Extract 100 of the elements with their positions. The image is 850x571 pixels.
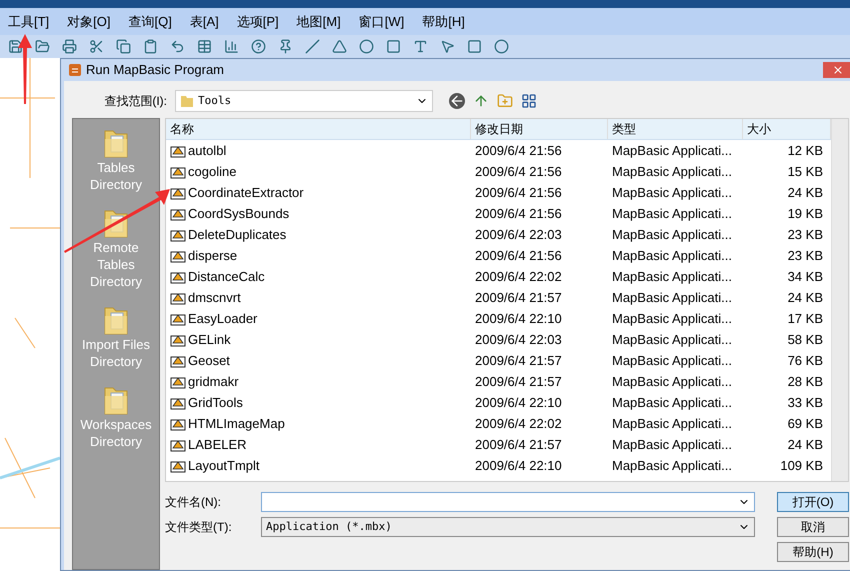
- menu-item[interactable]: 选项[P]: [236, 12, 279, 32]
- table-cell-text: MapBasic Applicati...: [611, 456, 733, 475]
- column-header[interactable]: 名称: [166, 119, 471, 139]
- file-name[interactable]: LABELER: [188, 434, 247, 454]
- close-button[interactable]: [823, 62, 850, 78]
- application-icon: [170, 416, 186, 430]
- application-icon: [170, 312, 186, 326]
- application-icon: [170, 186, 186, 200]
- table-cell-text: MapBasic Applicati...: [611, 268, 733, 286]
- file-name[interactable]: CoordinateExtractor: [188, 182, 304, 202]
- table-cell-text: 58 KB: [786, 330, 824, 349]
- table-cell-text: 2009/6/4 21:57: [474, 436, 563, 454]
- file-name-field[interactable]: [261, 492, 755, 512]
- dialog-button[interactable]: 打开(O): [777, 492, 849, 512]
- back-icon[interactable]: [449, 93, 465, 109]
- application-icon: [170, 374, 186, 388]
- table-cell-text: 24 KB: [786, 288, 824, 307]
- menu-item[interactable]: 表[A]: [190, 12, 219, 32]
- table-cell-text: MapBasic Applicati...: [611, 436, 733, 454]
- table-cell-text: MapBasic Applicati...: [611, 394, 733, 412]
- table-cell-text: MapBasic Applicati...: [611, 162, 733, 181]
- menu-item[interactable]: 地图[M]: [296, 12, 341, 32]
- table-cell-text: 2009/6/4 21:56: [474, 184, 563, 202]
- file-name[interactable]: autolbl: [188, 140, 226, 160]
- up-folder-icon[interactable]: [473, 93, 489, 109]
- table-cell-text: 76 KB: [786, 352, 824, 370]
- table-cell-text: 34 KB: [786, 268, 824, 286]
- close-icon: [832, 64, 844, 76]
- table-cell-text: 24 KB: [786, 436, 824, 454]
- table-cell-text: 28 KB: [786, 372, 824, 391]
- file-name[interactable]: LayoutTmplt: [188, 456, 260, 476]
- file-name[interactable]: dmscnvrt: [188, 288, 241, 308]
- polygon-icon[interactable]: [332, 39, 347, 54]
- menu-item[interactable]: 工具[T]: [8, 12, 50, 32]
- table-cell-text: 109 KB: [779, 456, 824, 475]
- file-name[interactable]: HTMLImageMap: [188, 414, 285, 434]
- line-icon[interactable]: [305, 39, 320, 54]
- dialog-title: Run MapBasic Program: [86, 61, 224, 80]
- menu-item[interactable]: 查询[Q]: [128, 12, 172, 32]
- menu-item[interactable]: 对象[O]: [67, 12, 111, 32]
- file-name[interactable]: DistanceCalc: [188, 266, 265, 286]
- help-icon[interactable]: [251, 39, 266, 54]
- application-icon: [170, 144, 186, 158]
- file-name[interactable]: EasyLoader: [188, 308, 258, 328]
- bar-chart-icon[interactable]: [224, 39, 239, 54]
- application-icon: [170, 332, 186, 346]
- table-cell-text: MapBasic Applicati...: [611, 352, 733, 370]
- table-cell-text: 12 KB: [786, 142, 824, 160]
- scissors-icon[interactable]: [89, 39, 104, 54]
- pointer-icon[interactable]: [440, 39, 455, 54]
- file-name[interactable]: disperse: [188, 246, 238, 266]
- view-menu-icon[interactable]: [521, 93, 537, 109]
- menu-item[interactable]: 帮助[H]: [422, 12, 465, 32]
- clipboard-icon[interactable]: [143, 39, 158, 54]
- column-header[interactable]: 修改日期: [471, 119, 608, 139]
- table-cell-text: 2009/6/4 21:56: [474, 246, 563, 265]
- table-cell-text: 23 KB: [786, 226, 824, 244]
- column-header[interactable]: 类型: [608, 119, 743, 139]
- undo-icon[interactable]: [170, 39, 185, 54]
- ellipse-icon[interactable]: [359, 39, 374, 54]
- folder-icon: [180, 94, 194, 108]
- look-in-dropdown[interactable]: Tools: [175, 90, 433, 112]
- table-cell-text: 2009/6/4 21:57: [474, 352, 563, 370]
- look-in-label: 查找范围(I):: [103, 93, 167, 110]
- dialog-button[interactable]: 取消: [777, 517, 849, 537]
- scrollbar[interactable]: [831, 119, 848, 481]
- table-cell-text: 2009/6/4 22:03: [474, 226, 563, 244]
- table-cell-text: MapBasic Applicati...: [611, 246, 733, 265]
- application-icon: [170, 458, 186, 472]
- dialog-button[interactable]: 帮助(H): [777, 542, 849, 562]
- table-cell-text: 2009/6/4 22:02: [474, 414, 563, 433]
- file-name[interactable]: DeleteDuplicates: [188, 224, 286, 244]
- menu-item[interactable]: 窗口[W]: [358, 12, 404, 32]
- file-name[interactable]: GELink: [188, 330, 231, 350]
- table-cell-text: 24 KB: [786, 184, 824, 202]
- file-name[interactable]: GridTools: [188, 392, 243, 412]
- file-name[interactable]: cogoline: [188, 162, 236, 182]
- file-name[interactable]: Geoset: [188, 350, 230, 370]
- table-icon[interactable]: [197, 39, 212, 54]
- text-icon[interactable]: [413, 39, 428, 54]
- table-cell-text: MapBasic Applicati...: [611, 184, 733, 202]
- app-logo-icon: [68, 63, 82, 77]
- application-icon: [170, 290, 186, 304]
- file-type-dropdown[interactable]: Application (*.mbx): [261, 517, 755, 537]
- table-cell-text: MapBasic Applicati...: [611, 142, 733, 160]
- application-icon: [170, 248, 186, 262]
- pin-icon[interactable]: [278, 39, 293, 54]
- save-icon[interactable]: [8, 39, 23, 54]
- rectangle-icon[interactable]: [386, 39, 401, 54]
- application-icon: [170, 164, 186, 178]
- select-box-icon[interactable]: [467, 39, 482, 54]
- file-name[interactable]: gridmakr: [188, 372, 239, 392]
- application-icon: [170, 206, 186, 220]
- table-cell-text: 2009/6/4 22:10: [474, 394, 563, 412]
- file-name[interactable]: CoordSysBounds: [188, 204, 290, 224]
- table-cell-text: MapBasic Applicati...: [611, 288, 733, 307]
- print-icon[interactable]: [62, 39, 77, 54]
- copy-icon[interactable]: [116, 39, 131, 54]
- folder-icon[interactable]: [35, 39, 50, 54]
- file-type-label: 文件类型(T):: [165, 519, 233, 536]
